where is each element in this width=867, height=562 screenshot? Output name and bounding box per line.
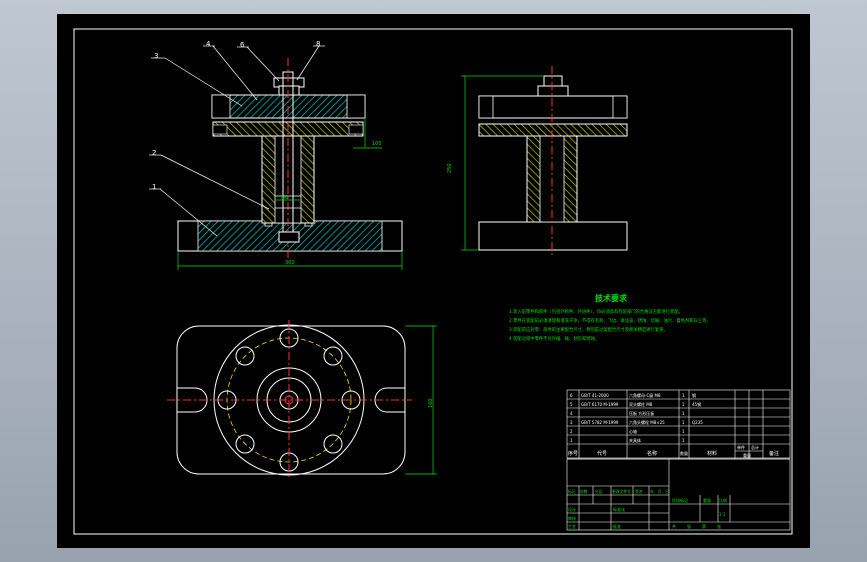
tb-process: 工艺 [568,524,576,529]
tb-scale-label: 比例 [719,497,727,503]
drawing-sheet: 3 4 6 8 2 1 300 100 80 250 160 技术要求 1.装入… [57,14,810,548]
bom-header-wt3: 重量 [743,452,751,458]
tb-stage-mark: 阶段标记 [672,497,688,503]
bom-code-5: GB/T 6170 M-1999 [581,402,619,407]
bom-qty-6: 1 [682,393,685,398]
bom-name-2: 心轴 [629,428,637,434]
front-section-view [149,45,403,270]
bom-header-code: 代号 [597,450,607,457]
bom-header-wt2: 总计 [751,444,759,450]
drawing-canvas: 3 4 6 8 2 1 300 100 80 250 160 技术要求 1.装入… [73,28,793,535]
bom-no-4: 4 [570,411,573,416]
dim-plate-width: 100 [372,141,382,147]
bom-mat-6: 钢 [692,392,696,398]
balloon-2: 2 [152,149,156,157]
tech-line-1: 1.装入前零件和部件（包括外购件、外协件），均必须具有检验部门的合格证方能进行装… [509,308,683,315]
tb-scale-value: 1:1 [719,512,726,517]
bom-name-3: 六角头螺栓 M8×25 [629,419,665,425]
balloon-3: 3 [154,52,158,60]
bom-no-3: 3 [570,420,573,425]
tech-title: 技术要求 [595,293,628,303]
tb-r1-5: 年、月、日 [650,489,669,494]
plan-view [167,320,437,480]
tb-standard: 标准化 [613,506,625,512]
tb-sheet-total: 共 [672,523,676,529]
bom-code-3: GB/T 5782 M-1999 [581,420,619,425]
bom-header-qty: 数量 [680,450,688,456]
tech-line-3: 3.装配前应对零、部件的主要配合尺寸，特别是过盈配合尺寸及相关精度进行复查。 [509,326,668,333]
bom-code-6: GB/T 41-2000 [581,393,609,398]
bom-header-mat: 材料 [707,450,717,457]
tb-sheet-unit-1: 张 [687,523,691,529]
tb-weight: 重量 [703,497,711,503]
tb-r1-3: 更改文件号 [612,489,631,494]
bom-no-1: 1 [570,438,573,443]
bom-no-5: 5 [570,402,573,407]
bom-no-2: 2 [570,429,573,434]
cad-viewport: 3 4 6 8 2 1 300 100 80 250 160 技术要求 1.装入… [0,0,867,562]
tb-approve: 批准 [613,523,621,529]
tb-design: 设计 [568,506,576,512]
bom-name-1: 夹具体 [629,437,641,443]
bom-name-4: 压板 方形压板 [629,410,654,416]
balloon-8: 8 [316,40,320,48]
bom-mat-5: 45钢 [692,401,701,407]
bom-header-note: 备注 [769,450,779,457]
tb-sheet-no: 第 [702,523,706,529]
balloon-1: 1 [152,183,156,191]
tb-review: 审核 [568,515,576,521]
bom-name-5: 双头螺柱 M8 [629,401,653,407]
bom-qty-1: 1 [682,438,685,443]
bom-qty-5: 1 [682,402,685,407]
title-block [566,458,791,531]
bom-header-name: 名称 [647,450,657,457]
dim-height: 250 [447,163,453,173]
side-view [461,66,628,258]
bom-qty-2: 1 [682,429,685,434]
dim-center-h: 80 [282,195,288,201]
tb-r1-0: 标记 [568,489,576,494]
dim-base-width: 300 [285,260,295,266]
balloon-6: 6 [240,41,245,49]
tech-line-4: 4.装配过程中零件不允许磕、碰、划伤和锈蚀。 [509,335,599,342]
bom-header-no: 序号 [568,450,578,457]
bom-mat-3: Q235 [692,420,703,425]
balloon-4: 4 [206,40,211,48]
tb-sheet-unit-2: 张 [717,523,721,529]
bom-qty-3: 1 [682,420,685,425]
tech-line-2: 2.零件在装配前必须清理和清洗干净，不得有毛刺、飞边、氧化皮、锈蚀、切屑、油污、… [509,317,711,324]
bom-name-6: 六角螺母-C级 M8 [629,392,661,398]
tb-r1-1: 处数 [580,489,588,494]
bom-no-6: 6 [570,393,573,398]
tb-r1-2: 分区 [595,489,603,494]
dim-plan-height: 160 [428,398,434,408]
bom-qty-4: 1 [682,411,685,416]
bom-header-wt1: 单件 [737,444,745,450]
tb-r1-4: 签名 [635,489,643,494]
